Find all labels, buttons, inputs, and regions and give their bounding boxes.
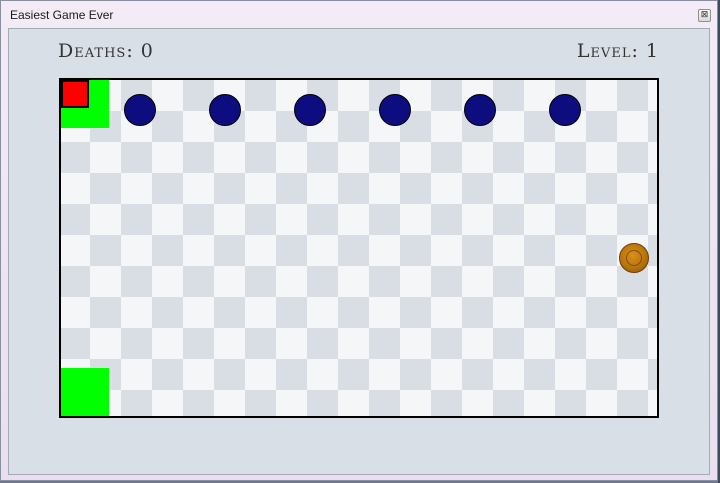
window-title: Easiest Game Ever <box>10 8 114 22</box>
player-square[interactable] <box>61 80 89 108</box>
close-button[interactable]: ⊠ <box>698 9 711 22</box>
deaths-counter: Deaths: 0 <box>58 40 154 62</box>
coin-icon <box>619 243 649 273</box>
level-value: 1 <box>645 40 659 62</box>
enemy-ball <box>209 94 241 126</box>
enemy-ball <box>464 94 496 126</box>
enemy-ball <box>294 94 326 126</box>
level-label: Level: <box>576 40 639 62</box>
enemy-ball <box>124 94 156 126</box>
finish-zone <box>61 368 109 416</box>
game-board[interactable] <box>59 78 659 418</box>
close-icon: ⊠ <box>700 10 709 20</box>
enemy-ball <box>379 94 411 126</box>
enemy-ball <box>549 94 581 126</box>
deaths-value: 0 <box>140 40 154 62</box>
coin-inner-ring <box>626 250 642 266</box>
deaths-label: Deaths: <box>58 40 134 62</box>
level-indicator: Level: 1 <box>577 40 659 62</box>
title-bar[interactable]: Easiest Game Ever ⊠ <box>1 1 717 28</box>
